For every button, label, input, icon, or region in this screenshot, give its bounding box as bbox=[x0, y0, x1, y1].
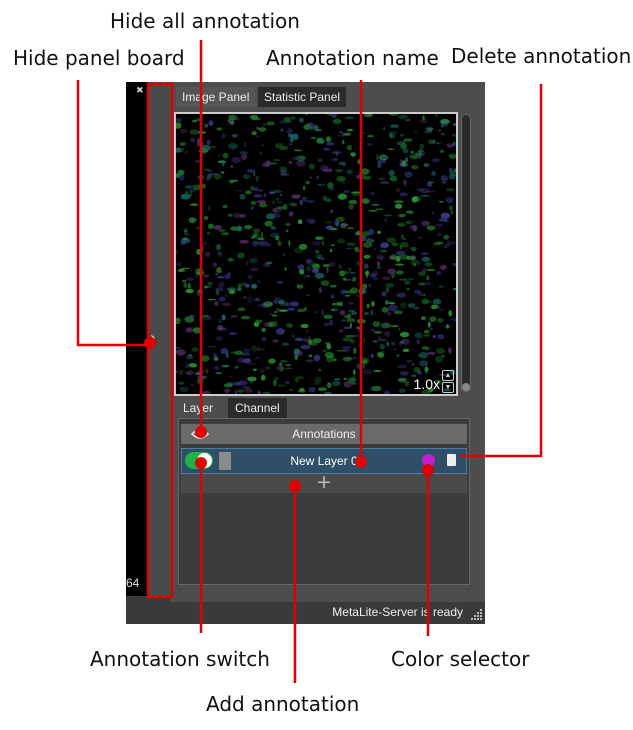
left-panel-number: 64 bbox=[126, 576, 140, 590]
tab-statistic-panel[interactable]: Statistic Panel bbox=[258, 87, 347, 107]
callout-color-selector: Color selector bbox=[391, 647, 530, 671]
zoom-slider-thumb[interactable] bbox=[462, 383, 470, 391]
right-panel: Image Panel Statistic Panel 1.0x ▲ ▼ Lay… bbox=[170, 82, 485, 602]
chevron-right-icon[interactable]: › bbox=[150, 330, 156, 346]
callout-hide-panel-board: Hide panel board bbox=[13, 46, 185, 70]
tab-layer[interactable]: Layer bbox=[176, 398, 221, 418]
chevron-down-icon[interactable]: ▼ bbox=[442, 382, 454, 393]
callout-annotation-name: Annotation name bbox=[266, 46, 439, 70]
image-viewer[interactable]: 1.0x ▲ ▼ bbox=[174, 112, 458, 396]
zoom-level: 1.0x bbox=[413, 376, 440, 392]
callout-add-annotation: Add annotation bbox=[206, 692, 360, 716]
status-bar: MetaLite-Server is ready bbox=[126, 602, 485, 624]
tab-channel[interactable]: Channel bbox=[228, 398, 287, 418]
annotations-header-label: Annotations bbox=[292, 427, 356, 441]
zoom-slider[interactable] bbox=[461, 114, 471, 392]
color-selector[interactable] bbox=[422, 454, 435, 467]
callout-hide-all-annotation: Hide all annotation bbox=[110, 9, 300, 33]
callout-delete-annotation: Delete annotation bbox=[451, 44, 632, 68]
chevron-up-icon[interactable]: ▲ bbox=[442, 370, 454, 381]
callout-annotation-switch: Annotation switch bbox=[90, 647, 270, 671]
microscopy-image bbox=[176, 114, 456, 394]
plus-icon[interactable]: + bbox=[181, 471, 467, 493]
app-window: ✖ 64 › Image Panel Statistic Panel 1.0x … bbox=[126, 82, 485, 624]
trash-icon[interactable] bbox=[447, 454, 456, 466]
tab-image-panel[interactable]: Image Panel bbox=[176, 87, 256, 107]
zoom-stepper[interactable]: ▲ ▼ bbox=[442, 370, 454, 393]
layer-panel: Annotations New Layer 0 + bbox=[178, 418, 470, 585]
resize-grip-icon[interactable] bbox=[471, 608, 483, 620]
close-icon[interactable]: ✖ bbox=[136, 86, 144, 95]
status-text: MetaLite-Server is ready bbox=[332, 605, 463, 619]
add-annotation-row[interactable]: + bbox=[181, 471, 467, 493]
left-panel: ✖ 64 bbox=[126, 82, 148, 596]
annotations-header: Annotations bbox=[181, 424, 467, 444]
